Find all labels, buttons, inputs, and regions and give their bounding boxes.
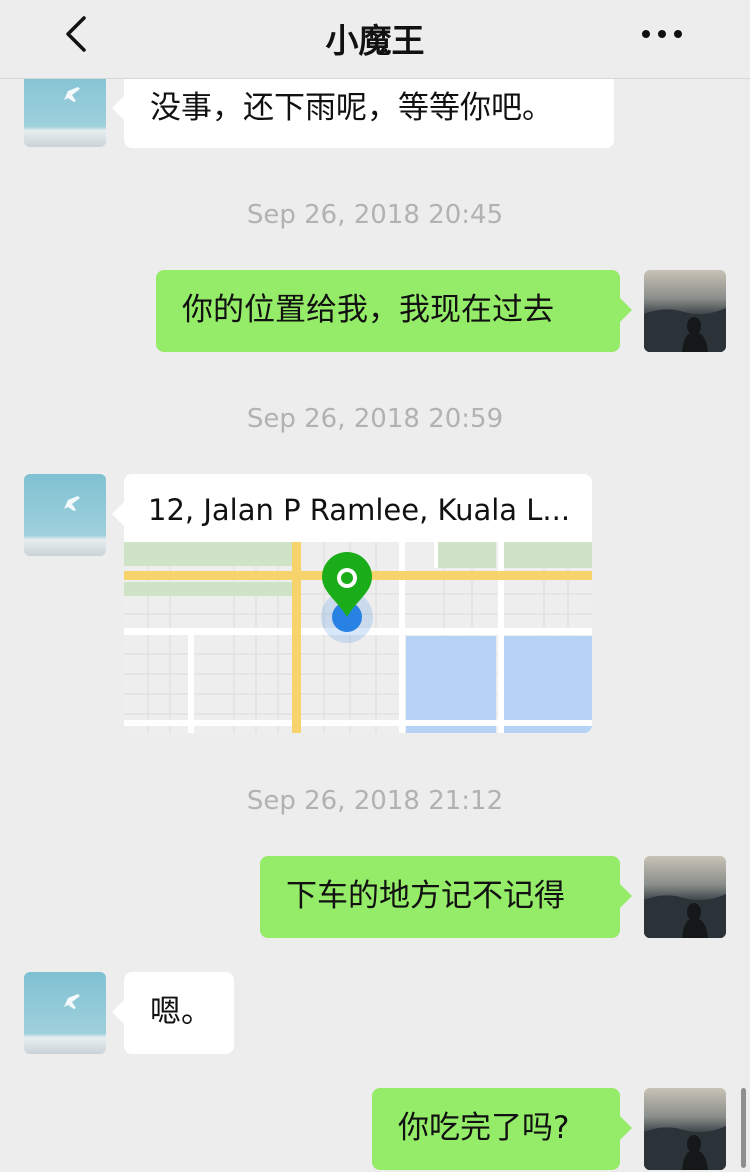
mountain-photo-icon [644,270,726,352]
more-button[interactable] [640,22,684,46]
message-list[interactable]: 没事，还下雨呢，等等你吧。 Sep 26, 2018 20:45 你的位置给我，… [0,65,750,1172]
message-bubble-received[interactable]: 没事，还下雨呢，等等你吧。 [112,68,614,148]
location-card[interactable]: 12, Jalan P Ramlee, Kuala L... [124,474,592,733]
mountain-photo-icon [644,1088,726,1170]
location-address: 12, Jalan P Ramlee, Kuala L... [148,493,568,527]
message-bubble-sent[interactable]: 下车的地方记不记得 [260,856,632,938]
message-text: 没事，还下雨呢，等等你吧。 [150,90,553,126]
message-text: 下车的地方记不记得 [286,878,565,914]
message-text: 你的位置给我，我现在过去 [182,292,554,328]
location-map [124,542,592,733]
mountain-photo-icon [644,856,726,938]
contact-avatar[interactable] [24,972,106,1054]
airplane-photo-icon [24,972,106,1054]
chat-screen: 小魔王 没事，还下雨呢，等等你吧。 Sep 26, 2018 20:45 你的位… [0,0,750,1172]
my-avatar[interactable] [644,1088,726,1170]
message-bubble-sent[interactable]: 你吃完了吗? [372,1088,632,1170]
bubble-tail [112,502,124,526]
message-timestamp: Sep 26, 2018 21:12 [246,786,504,816]
contact-avatar[interactable] [24,474,106,556]
chat-title: 小魔王 [325,21,425,60]
message-bubble-received[interactable]: 嗯。 [112,972,234,1054]
message-timestamp: Sep 26, 2018 20:59 [246,404,504,434]
message-text: 你吃完了吗? [398,1110,570,1146]
message-bubble-sent[interactable]: 你的位置给我，我现在过去 [156,270,632,352]
my-avatar[interactable] [644,856,726,938]
more-dots-icon [642,30,682,38]
chat-header: 小魔王 [0,0,750,79]
message-timestamp: Sep 26, 2018 20:45 [246,200,504,230]
message-text: 嗯。 [150,994,212,1030]
scrollbar[interactable] [741,1088,746,1168]
airplane-photo-icon [24,474,106,556]
my-avatar[interactable] [644,270,726,352]
